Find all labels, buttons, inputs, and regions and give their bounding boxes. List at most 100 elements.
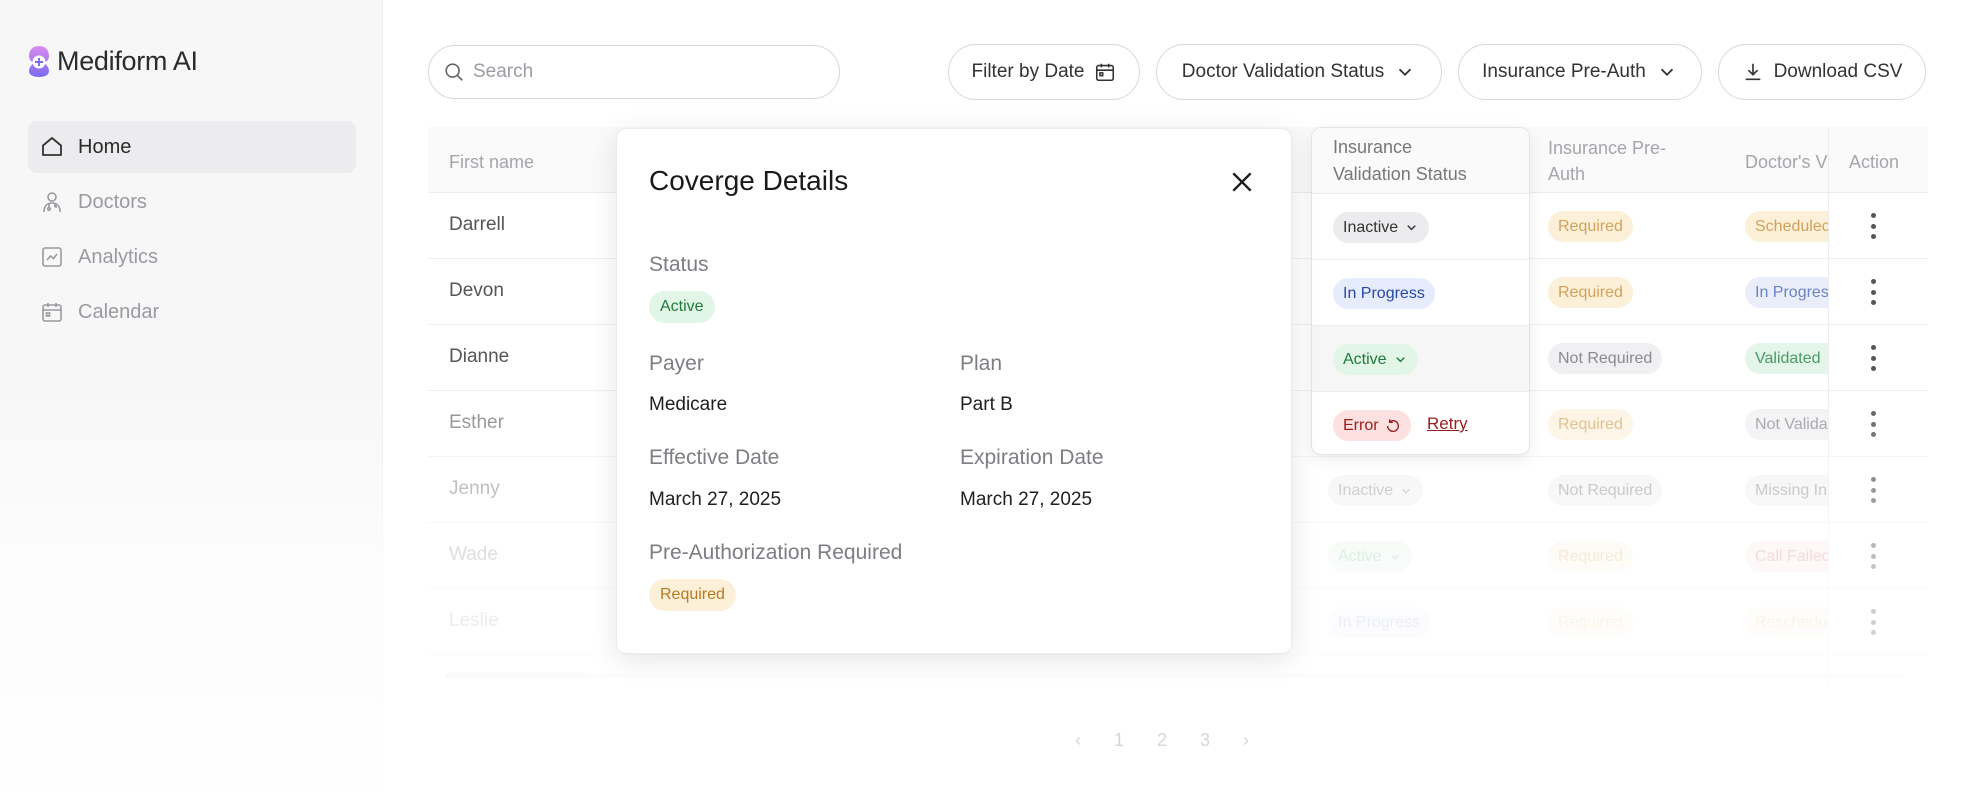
insurance-validation-status-column: Insurance Validation Status Inactive In …	[1311, 127, 1530, 455]
app-root: Mediform AI Home Doctors Analytics Calen…	[0, 0, 1968, 792]
sidebar-item-home[interactable]: Home	[28, 121, 356, 173]
chevron-down-icon	[1402, 488, 1411, 494]
insurance-status-badge: Active	[1328, 541, 1412, 572]
row-actions-menu-icon[interactable]	[1870, 345, 1876, 371]
preauth-badge: Required	[1548, 277, 1633, 308]
analytics-icon	[42, 247, 62, 267]
payer-label: Payer	[649, 352, 704, 375]
logo-icon	[29, 46, 49, 77]
sidebar-item-label: Doctors	[78, 190, 147, 213]
header-text: Validation Status	[1333, 164, 1467, 184]
header-text: Insurance	[1333, 137, 1413, 157]
chevron-down-icon	[1399, 68, 1412, 77]
insurance-status-row: In Progress	[1312, 260, 1529, 326]
doctor-status-badge: Missing In	[1745, 475, 1828, 506]
row-actions-menu-icon[interactable]	[1870, 411, 1876, 437]
first-name-cell: Dianne	[449, 346, 510, 367]
preauth-badge: Required	[1548, 607, 1633, 638]
download-csv-button[interactable]: Download CSV	[1718, 44, 1926, 100]
badge-text: Inactive	[1343, 218, 1399, 236]
doctor-status-badge: Reschedu	[1745, 607, 1828, 638]
status-label: Status	[649, 253, 709, 276]
chevron-down-icon	[1390, 554, 1399, 560]
doctor-icon	[43, 192, 61, 213]
app-name: Mediform AI	[57, 45, 198, 76]
preauth-badge: Required	[1548, 409, 1633, 440]
sidebar: Mediform AI Home Doctors Analytics Calen…	[0, 0, 383, 792]
filter-by-date-label: Filter by Date	[971, 61, 1085, 82]
plan-label: Plan	[960, 352, 1003, 375]
insurance-status-row: Error Retry	[1312, 392, 1529, 454]
first-name-cell: Wade	[449, 544, 498, 565]
pagination-prev[interactable]: ‹	[1075, 730, 1081, 751]
chevron-down-icon	[1407, 225, 1416, 231]
row-actions-menu-icon[interactable]	[1870, 213, 1876, 239]
doctor-validation-status-dropdown[interactable]: Doctor Validation Status	[1156, 44, 1442, 100]
preauth-badge: Not Required	[1548, 343, 1663, 374]
doctor-status-badge: Not Valida	[1745, 409, 1828, 440]
badge-text: Inactive	[1338, 481, 1394, 499]
coverage-details-modal: Coverge Details Status Active Payer Medi…	[616, 128, 1292, 654]
badge-text: Active	[1343, 350, 1387, 368]
chevron-down-icon	[1660, 68, 1673, 77]
sidebar-item-label: Home	[78, 135, 132, 158]
header-insurance-pre-auth: Insurance Pre- Auth	[1548, 135, 1666, 187]
sidebar-item-calendar[interactable]: Calendar	[28, 286, 356, 338]
effective-date-label: Effective Date	[649, 446, 780, 469]
pagination-page-1[interactable]: 1	[1114, 730, 1124, 751]
expiration-date-label: Expiration Date	[960, 446, 1104, 469]
home-icon	[42, 137, 62, 156]
first-name-cell: Devon	[449, 280, 504, 301]
row-actions-menu-icon[interactable]	[1870, 477, 1876, 503]
header-text: Auth	[1548, 164, 1586, 184]
preauth-required-badge: Required	[649, 579, 736, 611]
effective-date-value: March 27, 2025	[649, 489, 782, 510]
table-horizontal-scrollbar[interactable]	[445, 673, 1905, 678]
row-actions-menu-icon[interactable]	[1870, 279, 1876, 305]
calendar-icon	[42, 303, 62, 322]
badge-text: Error	[1343, 416, 1379, 434]
retry-link[interactable]: Retry	[1427, 414, 1468, 434]
row-actions-menu-icon[interactable]	[1870, 609, 1876, 635]
preauth-badge: Not Required	[1548, 475, 1663, 506]
first-name-cell: Esther	[449, 412, 504, 433]
doctor-status-badge: Schedulec	[1745, 211, 1828, 242]
row-actions-menu-icon[interactable]	[1870, 543, 1876, 569]
calendar-icon	[1096, 63, 1115, 82]
doctor-status-badge: Validated	[1745, 343, 1828, 374]
scrollbar-thumb[interactable]	[445, 673, 585, 678]
refresh-icon	[1386, 418, 1399, 432]
sidebar-item-label: Analytics	[78, 245, 159, 268]
search-icon	[445, 63, 463, 81]
sidebar-item-analytics[interactable]: Analytics	[28, 231, 356, 283]
insurance-status-dropdown[interactable]: Inactive	[1333, 212, 1430, 243]
pagination-page-2[interactable]: 2	[1157, 730, 1167, 751]
pagination-next[interactable]: ›	[1243, 730, 1249, 751]
insurance-status-badge: Inactive	[1328, 475, 1424, 506]
insurance-pre-auth-dropdown[interactable]: Insurance Pre-Auth	[1458, 44, 1702, 100]
insurance-status-row: Inactive	[1312, 194, 1529, 260]
chevron-down-icon	[1395, 357, 1405, 363]
header-insurance-validation-status: Insurance Validation Status	[1312, 128, 1529, 194]
logo: Mediform AI	[27, 44, 198, 78]
insurance-status-row: Active	[1312, 326, 1529, 392]
payer-value: Medicare	[649, 394, 728, 415]
status-badge: Active	[649, 291, 715, 323]
first-name-cell: Darrell	[449, 214, 505, 235]
header-doctor-validation: Doctor's V	[1745, 152, 1828, 172]
sidebar-item-doctors[interactable]: Doctors	[28, 176, 356, 228]
search-input[interactable]	[473, 61, 813, 83]
pagination: ‹ 1 2 3 ›	[1075, 730, 1249, 751]
filter-by-date-button[interactable]: Filter by Date	[948, 44, 1140, 100]
insurance-pre-auth-label: Insurance Pre-Auth	[1482, 61, 1646, 82]
search-box[interactable]	[428, 45, 840, 99]
pagination-page-3[interactable]: 3	[1200, 730, 1210, 751]
preauth-required-label: Pre-Authorization Required	[649, 541, 903, 564]
insurance-status-dropdown[interactable]: Active	[1333, 344, 1418, 375]
expiration-date-value: March 27, 2025	[960, 489, 1093, 510]
sidebar-item-label: Calendar	[78, 300, 160, 323]
download-icon	[1745, 63, 1760, 81]
insurance-status-badge: In Progress	[1333, 278, 1435, 309]
close-icon[interactable]	[1229, 169, 1255, 195]
modal-title: Coverge Details	[649, 165, 849, 196]
